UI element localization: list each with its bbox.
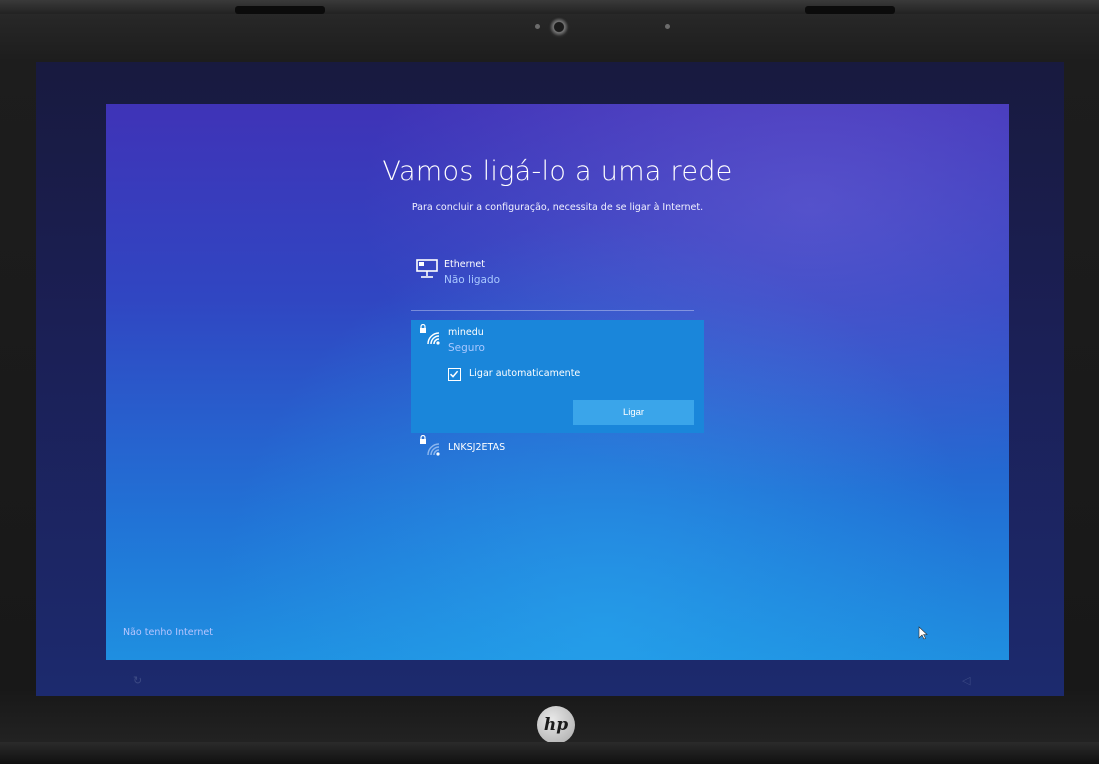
wifi-secured-icon	[419, 434, 441, 461]
webcam-icon	[548, 16, 570, 38]
network-status: Seguro	[448, 342, 485, 354]
auto-connect-label[interactable]: Ligar automaticamente	[469, 368, 580, 379]
volume-icon[interactable]: ◁	[962, 674, 970, 687]
hp-logo: hp	[537, 706, 575, 744]
auto-connect-checkbox[interactable]	[448, 368, 461, 381]
page-subtitle: Para concluir a configuração, necessita …	[411, 202, 704, 213]
wifi-secured-icon	[419, 323, 441, 350]
connect-button[interactable]: Ligar	[573, 400, 694, 425]
hinge-right	[805, 6, 895, 14]
network-status: Não ligado	[444, 274, 501, 286]
divider	[411, 310, 694, 311]
no-internet-link[interactable]: Não tenho Internet	[123, 627, 213, 638]
setup-screen: Vamos ligá-lo a uma rede Para concluir a…	[106, 104, 1009, 660]
accessibility-icon[interactable]: ↻	[133, 674, 142, 687]
laptop-bezel: ↻ ◁ Vamos ligá-lo a uma rede Para conclu…	[0, 0, 1099, 764]
checkmark-icon	[449, 370, 459, 378]
network-name: Ethernet	[444, 259, 485, 270]
network-name: LNKSJ2ETAS	[448, 442, 506, 453]
network-name: minedu	[448, 327, 484, 338]
network-item-minedu[interactable]: minedu Seguro Ligar automaticamente Liga…	[411, 320, 704, 433]
camera-sensor	[535, 24, 540, 29]
mouse-cursor-icon	[918, 626, 928, 640]
page-title: Vamos ligá-lo a uma rede	[382, 156, 733, 187]
network-item-ethernet[interactable]: Ethernet Não ligado	[416, 257, 706, 297]
laptop-bottom-edge	[0, 742, 1099, 764]
camera-sensor	[665, 24, 670, 29]
laptop-top-edge	[0, 0, 1099, 14]
hinge-left	[235, 6, 325, 14]
ethernet-icon	[416, 259, 438, 283]
network-item-lnksj2etas[interactable]: LNKSJ2ETAS	[416, 434, 706, 464]
